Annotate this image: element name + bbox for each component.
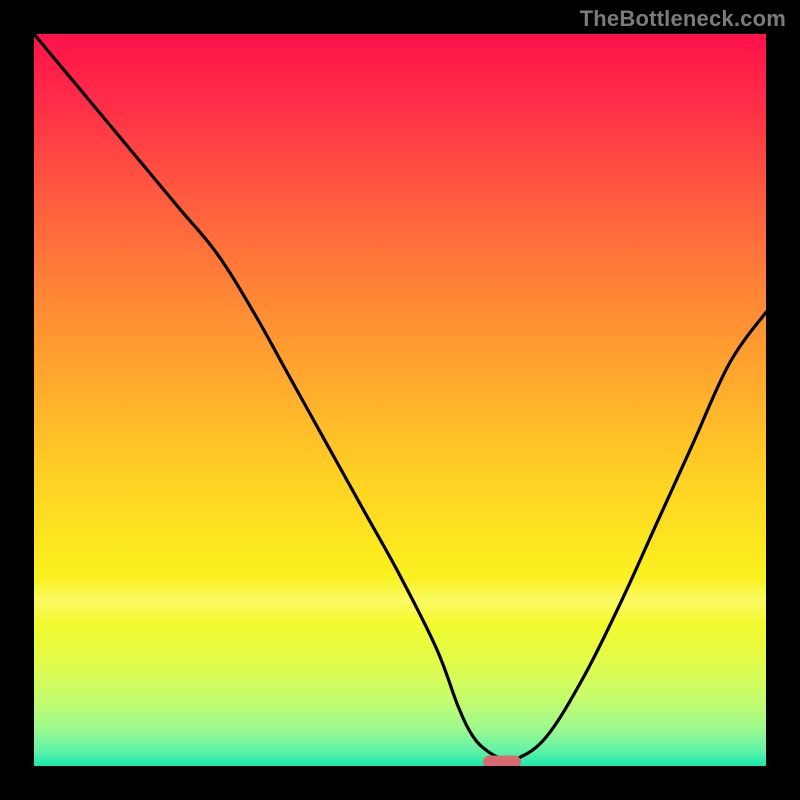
optimum-marker xyxy=(483,755,521,766)
watermark-text: TheBottleneck.com xyxy=(580,6,786,32)
bottleneck-curve xyxy=(34,34,766,766)
chart-frame: TheBottleneck.com xyxy=(0,0,800,800)
plot-area xyxy=(34,34,766,766)
